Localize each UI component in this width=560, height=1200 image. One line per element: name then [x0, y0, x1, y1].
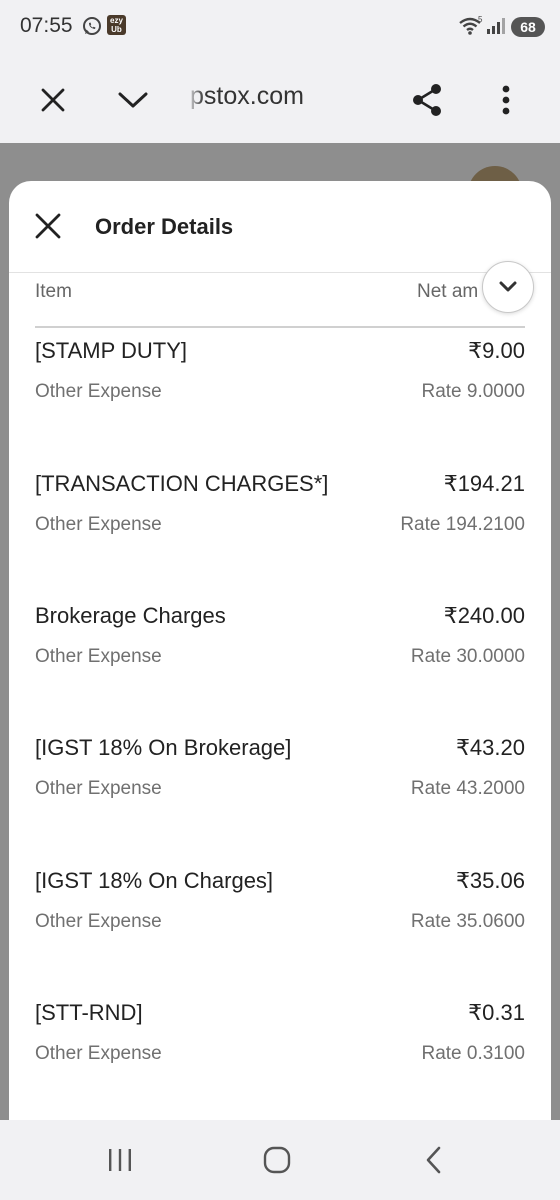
item-rate: Rate 9.0000 — [421, 381, 525, 402]
divider — [9, 272, 551, 273]
status-time: 07:55 — [20, 14, 73, 37]
item-net-amount: ₹194.21 — [443, 471, 525, 496]
list-item: [IGST 18% On Brokerage] ₹43.20 Other Exp… — [35, 735, 525, 867]
system-nav-bar — [0, 1120, 560, 1200]
item-type: Other Expense — [35, 514, 162, 535]
ezy-app-icon: ezy Ub — [107, 15, 126, 35]
status-bar: 07:55 ezy Ub 5 68 — [0, 0, 560, 56]
share-icon — [413, 83, 441, 116]
url-fade — [186, 76, 204, 120]
url-text[interactable]: pstox.com — [190, 82, 390, 111]
back-button[interactable] — [404, 1138, 464, 1182]
item-type: Other Expense — [35, 381, 162, 402]
chevron-down-icon — [118, 92, 148, 107]
list-item: [STAMP DUTY] ₹9.00 Other Expense Rate 9.… — [35, 338, 525, 470]
minimize-tab-button[interactable] — [108, 56, 158, 143]
item-name: [IGST 18% On Brokerage] — [35, 735, 292, 760]
column-header-item: Item — [35, 281, 72, 302]
more-vert-icon — [502, 85, 510, 114]
signal-icon — [487, 18, 505, 34]
order-details-sheet: Order Details Item Net am [STAMP DUTY] ₹… — [9, 181, 551, 1141]
home-icon — [263, 1146, 291, 1174]
item-net-amount: ₹35.06 — [455, 868, 525, 893]
whatsapp-icon — [83, 17, 101, 35]
scroll-down-button[interactable] — [482, 261, 534, 313]
item-type: Other Expense — [35, 911, 162, 932]
list-item: [STT-RND] ₹0.31 Other Expense Rate 0.310… — [35, 1000, 525, 1132]
close-icon — [35, 213, 61, 239]
item-name: [STT-RND] — [35, 1000, 143, 1025]
item-name: [STAMP DUTY] — [35, 338, 187, 363]
list-item: [TRANSACTION CHARGES*] ₹194.21 Other Exp… — [35, 471, 525, 603]
list-item: Brokerage Charges ₹240.00 Other Expense … — [35, 603, 525, 735]
chevron-down-icon — [499, 281, 517, 292]
item-net-amount: ₹0.31 — [468, 1000, 525, 1025]
recents-button[interactable] — [90, 1138, 150, 1182]
recents-icon — [109, 1149, 131, 1171]
more-options-button[interactable] — [486, 56, 526, 143]
home-button[interactable] — [247, 1138, 307, 1182]
header-divider — [35, 326, 525, 328]
item-type: Other Expense — [35, 1043, 162, 1064]
battery-indicator: 68 — [511, 17, 545, 37]
back-icon — [426, 1146, 441, 1174]
item-rate: Rate 194.2100 — [400, 514, 525, 535]
share-button[interactable] — [404, 56, 450, 143]
item-net-amount: ₹9.00 — [468, 338, 525, 363]
sheet-close-button[interactable] — [31, 209, 65, 243]
item-net-amount: ₹43.20 — [455, 735, 525, 760]
item-name: [IGST 18% On Charges] — [35, 868, 274, 893]
column-header-net-amount: Net am — [417, 281, 479, 302]
wifi-icon: 5 — [459, 16, 483, 35]
sheet-title: Order Details — [95, 214, 234, 239]
item-net-amount: ₹240.00 — [443, 603, 525, 628]
close-tab-button[interactable] — [30, 56, 76, 143]
item-name: Brokerage Charges — [35, 603, 226, 628]
item-rate: Rate 0.3100 — [421, 1043, 525, 1064]
item-rate: Rate 30.0000 — [410, 646, 525, 667]
item-rate: Rate 43.2000 — [410, 778, 525, 799]
item-name: [TRANSACTION CHARGES*] — [35, 471, 329, 496]
list-item: [IGST 18% On Charges] ₹35.06 Other Expen… — [35, 868, 525, 1000]
browser-toolbar: pstox.com — [0, 56, 560, 143]
item-rate: Rate 35.0600 — [410, 911, 525, 932]
close-icon — [41, 88, 65, 111]
item-type: Other Expense — [35, 646, 162, 667]
svg-text:5: 5 — [478, 16, 483, 24]
item-type: Other Expense — [35, 778, 162, 799]
